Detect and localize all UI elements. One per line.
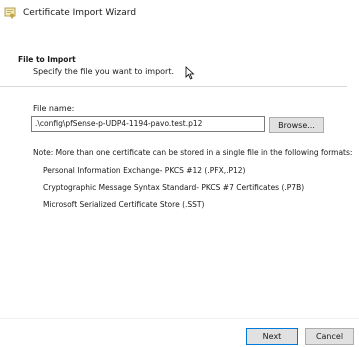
mouse-pointer-icon: [185, 66, 195, 80]
file-name-input[interactable]: .\config\pfSense-p-UDP4-1194-pavo.test.p…: [31, 116, 265, 132]
wizard-header: File to Import Specify the file you want…: [0, 28, 359, 86]
page-subtitle: Specify the file you want to import.: [33, 67, 175, 76]
certificate-icon: [4, 7, 16, 19]
formats-note: Note: More than one certificate can be s…: [33, 148, 353, 157]
format-item: Cryptographic Message Syntax Standard- P…: [43, 183, 305, 192]
format-item: Personal Information Exchange- PKCS #12 …: [43, 166, 246, 175]
cancel-button[interactable]: Cancel: [305, 328, 354, 345]
file-name-label: File name:: [33, 104, 75, 113]
browse-button[interactable]: Browse...: [269, 117, 324, 133]
window-title: Certificate Import Wizard: [23, 8, 137, 18]
title-bar: Certificate Import Wizard: [0, 0, 359, 28]
page-title: File to Import: [18, 55, 76, 64]
header-divider: [0, 86, 347, 87]
next-button[interactable]: Next: [246, 328, 298, 345]
format-item: Microsoft Serialized Certificate Store (…: [43, 200, 205, 209]
footer-divider: [0, 318, 359, 319]
